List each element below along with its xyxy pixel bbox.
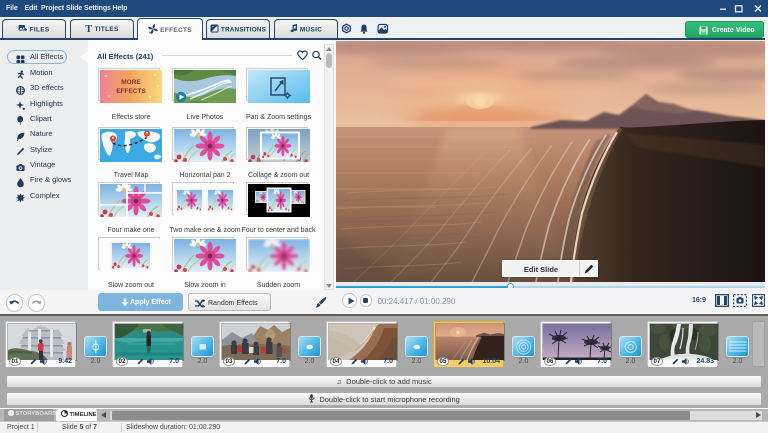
svg-text:MORE: MORE xyxy=(121,79,141,86)
svg-text:EFFECTS: EFFECTS xyxy=(116,88,146,95)
